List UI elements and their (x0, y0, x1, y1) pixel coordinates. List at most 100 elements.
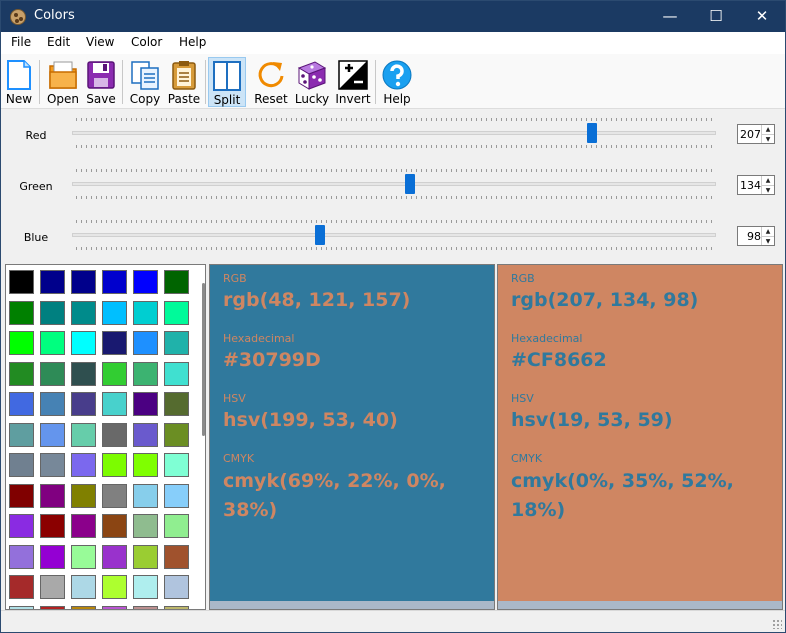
palette-swatch[interactable] (9, 300, 34, 325)
blue-slider-track[interactable] (72, 233, 716, 237)
palette-swatch[interactable] (133, 422, 158, 447)
palette-swatch[interactable] (9, 514, 34, 538)
palette-swatch[interactable] (71, 483, 96, 508)
green-value[interactable]: 134 (738, 179, 761, 192)
palette-swatch[interactable] (133, 544, 158, 569)
menu-help[interactable]: Help (179, 35, 206, 49)
blue-down-arrow-icon[interactable]: ▼ (762, 236, 774, 245)
palette-swatch[interactable] (164, 422, 189, 447)
palette-swatch[interactable] (9, 575, 34, 599)
green-up-arrow-icon[interactable]: ▲ (762, 176, 774, 185)
palette-swatch[interactable] (9, 422, 34, 447)
red-down-arrow-icon[interactable]: ▼ (762, 134, 774, 143)
open-button[interactable]: Open (45, 57, 81, 107)
palette-swatch[interactable] (164, 453, 189, 477)
red-slider-track[interactable] (72, 131, 716, 135)
palette-swatch[interactable] (40, 270, 65, 294)
palette-swatch[interactable] (164, 544, 189, 569)
palette-swatch[interactable] (133, 331, 158, 355)
palette-swatch[interactable] (164, 392, 189, 416)
red-spinbox[interactable]: 207 ▲ ▼ (737, 124, 775, 144)
palette-swatch[interactable] (40, 544, 65, 569)
maximize-button[interactable]: ☐ (693, 1, 739, 32)
palette-swatch[interactable] (40, 422, 65, 447)
menu-color[interactable]: Color (131, 35, 162, 49)
palette-swatch[interactable] (164, 331, 189, 355)
invert-button[interactable]: Invert (334, 57, 372, 107)
palette-swatch[interactable] (102, 270, 127, 294)
palette-swatch[interactable] (40, 453, 65, 477)
palette-swatch[interactable] (9, 483, 34, 508)
palette-swatch[interactable] (133, 361, 158, 386)
green-down-arrow-icon[interactable]: ▼ (762, 185, 774, 194)
palette-swatch[interactable] (102, 514, 127, 538)
menu-view[interactable]: View (86, 35, 114, 49)
color-palette[interactable] (5, 264, 206, 610)
palette-swatch[interactable] (133, 483, 158, 508)
paste-button[interactable]: Paste (166, 57, 202, 107)
lucky-button[interactable]: Lucky (292, 57, 332, 107)
palette-swatch[interactable] (9, 331, 34, 355)
palette-swatch[interactable] (102, 361, 127, 386)
palette-swatch[interactable] (71, 331, 96, 355)
menu-edit[interactable]: Edit (47, 35, 70, 49)
palette-swatch[interactable] (133, 453, 158, 477)
palette-swatch[interactable] (133, 300, 158, 325)
palette-swatch[interactable] (133, 514, 158, 538)
palette-swatch[interactable] (102, 392, 127, 416)
save-button[interactable]: Save (83, 57, 119, 107)
palette-scrollbar[interactable] (202, 283, 205, 436)
palette-swatch[interactable] (164, 270, 189, 294)
copy-button[interactable]: Copy (127, 57, 163, 107)
palette-swatch[interactable] (40, 392, 65, 416)
blue-value[interactable]: 98 (738, 230, 761, 243)
reset-button[interactable]: Reset (252, 57, 290, 107)
palette-swatch[interactable] (40, 514, 65, 538)
new-button[interactable]: New (3, 57, 35, 107)
palette-swatch[interactable] (102, 331, 127, 355)
title-bar[interactable]: Colors — ☐ ✕ (1, 1, 785, 32)
palette-swatch[interactable] (40, 361, 65, 386)
green-slider-track[interactable] (72, 182, 716, 186)
palette-swatch[interactable] (40, 331, 65, 355)
palette-swatch[interactable] (164, 483, 189, 508)
blue-up-arrow-icon[interactable]: ▲ (762, 227, 774, 236)
palette-swatch[interactable] (9, 544, 34, 569)
green-spinbox[interactable]: 134 ▲ ▼ (737, 175, 775, 195)
help-button[interactable]: Help (379, 57, 415, 107)
palette-swatch[interactable] (9, 270, 34, 294)
palette-swatch[interactable] (102, 544, 127, 569)
palette-swatch[interactable] (71, 544, 96, 569)
resize-grip-icon[interactable] (772, 619, 782, 629)
blue-spinbox[interactable]: 98 ▲ ▼ (737, 226, 775, 246)
palette-swatch[interactable] (133, 392, 158, 416)
palette-swatch[interactable] (9, 453, 34, 477)
palette-swatch[interactable] (9, 392, 34, 416)
palette-swatch[interactable] (102, 300, 127, 325)
red-up-arrow-icon[interactable]: ▲ (762, 125, 774, 134)
palette-swatch[interactable] (133, 575, 158, 599)
left-color-panel[interactable]: RGB rgb(48, 121, 157) Hexadecimal #30799… (209, 264, 495, 610)
palette-swatch[interactable] (71, 514, 96, 538)
red-value[interactable]: 207 (738, 128, 761, 141)
split-button[interactable]: Split (208, 57, 246, 107)
palette-swatch[interactable] (40, 575, 65, 599)
palette-swatch[interactable] (40, 300, 65, 325)
palette-swatch[interactable] (164, 575, 189, 599)
red-slider-thumb[interactable] (587, 123, 597, 143)
palette-swatch[interactable] (71, 361, 96, 386)
palette-swatch[interactable] (164, 300, 189, 325)
green-slider-thumb[interactable] (405, 174, 415, 194)
palette-swatch[interactable] (102, 483, 127, 508)
palette-swatch[interactable] (40, 483, 65, 508)
palette-swatch[interactable] (71, 453, 96, 477)
palette-swatch[interactable] (102, 422, 127, 447)
blue-slider-thumb[interactable] (315, 225, 325, 245)
right-color-panel[interactable]: RGB rgb(207, 134, 98) Hexadecimal #CF866… (497, 264, 783, 610)
palette-swatch[interactable] (71, 422, 96, 447)
palette-swatch[interactable] (133, 270, 158, 294)
palette-swatch[interactable] (9, 361, 34, 386)
palette-swatch[interactable] (102, 575, 127, 599)
palette-swatch[interactable] (71, 392, 96, 416)
palette-swatch[interactable] (71, 300, 96, 325)
